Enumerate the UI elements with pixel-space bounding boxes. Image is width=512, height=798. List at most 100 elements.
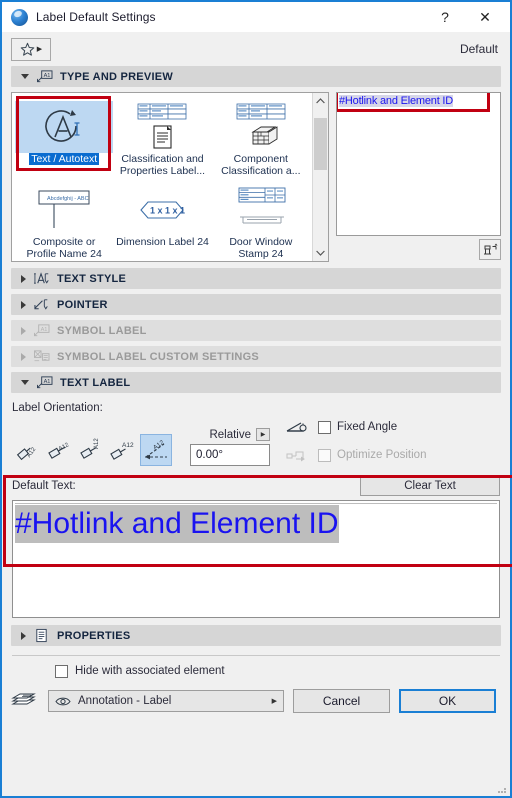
text-label-body: Label Orientation: A12 A12 A12 A12 A12 R… [3, 398, 512, 618]
orientation-vertical-button[interactable]: A12 [76, 434, 108, 466]
favorites-button[interactable]: ▶ [11, 37, 51, 61]
close-icon[interactable]: ✕ [464, 3, 506, 31]
properties-icon [36, 628, 47, 643]
svg-text:A1: A1 [44, 73, 51, 79]
type-item-dimension-label[interactable]: 1 x 1 x 1 Dimension Label 24 [113, 179, 211, 262]
type-item-label: Classification and Properties Label... [119, 153, 206, 177]
classification-table-icon [113, 101, 211, 153]
section-header-symbol-label: A1 SYMBOL LABEL [11, 320, 501, 341]
type-item-door-window-stamp[interactable]: Door Window Stamp 24 [212, 179, 310, 262]
section-title: SYMBOL LABEL [57, 324, 147, 337]
type-grid: Text / Autotext Classification and Prope… [12, 93, 312, 261]
layers-icon [11, 693, 36, 705]
composite-profile-icon: Abcdefghij - ABC [15, 184, 113, 236]
angle-input[interactable]: 0.00° [190, 444, 270, 466]
chevron-right-icon [21, 352, 26, 361]
default-text-label: Default Text: [12, 480, 76, 492]
default-text-area[interactable]: #Hotlink and Element ID [12, 500, 500, 618]
orientation-horizontal-button[interactable]: A12 [12, 434, 44, 466]
dialog-footer: Annotation - Label ▶ Cancel OK [11, 686, 501, 716]
help-button[interactable]: ? [426, 3, 464, 31]
resize-grip-icon[interactable] [497, 784, 507, 794]
orientation-custom-angle-button[interactable]: A12 [140, 434, 172, 466]
svg-text:A1: A1 [44, 379, 51, 385]
optimize-position-label: Optimize Position [337, 449, 427, 461]
scrollbar-thumb[interactable] [314, 118, 327, 170]
angle-column: Relative ▶ 0.00° [190, 428, 270, 466]
door-window-stamp-icon [212, 184, 310, 236]
type-item-classification-properties[interactable]: Classification and Properties Label... [113, 96, 211, 179]
orientation-aligned-button[interactable]: A12 [44, 434, 76, 466]
section-header-text-style[interactable]: TEXT STYLE [11, 268, 501, 289]
dimension-label-icon: 1 x 1 x 1 [113, 184, 211, 236]
type-item-component-classification[interactable]: Component Classification a... [212, 96, 310, 179]
section-title: TEXT STYLE [57, 272, 127, 285]
symbol-custom-icon [34, 350, 50, 362]
svg-text:A12: A12 [152, 439, 166, 452]
type-and-preview-row: Text / Autotext Classification and Prope… [11, 92, 501, 262]
text-label-icon: A1 [37, 376, 53, 389]
star-icon [20, 42, 35, 56]
autotext-a-icon [15, 101, 114, 153]
fixed-angle-row[interactable]: Fixed Angle [286, 416, 500, 438]
chevron-down-icon [21, 380, 29, 385]
svg-text:A1: A1 [41, 327, 48, 333]
preview-text: #Hotlink and Element ID [339, 95, 454, 107]
chevron-right-icon [21, 631, 26, 640]
eye-icon [55, 697, 71, 705]
type-item-label: Dimension Label 24 [116, 235, 209, 248]
clear-text-button[interactable]: Clear Text [360, 476, 500, 496]
hide-with-element-checkbox[interactable] [55, 664, 68, 678]
preview-panel[interactable]: #Hotlink and Element ID [336, 92, 501, 236]
section-title: POINTER [57, 298, 108, 311]
orientation-flat-button[interactable]: A12 [108, 434, 140, 466]
type-grid-panel: Text / Autotext Classification and Prope… [11, 92, 329, 262]
default-text-head: Default Text: Clear Text [12, 475, 500, 497]
type-item-label: Composite or Profile Name 24 [26, 235, 102, 260]
scrollbar-track[interactable] [313, 109, 328, 245]
chevron-down-icon [21, 74, 29, 79]
type-item-label: Text / Autotext [29, 153, 100, 165]
section-header-text-label[interactable]: A1 TEXT LABEL [11, 372, 501, 393]
preview-button-row [336, 236, 501, 262]
type-item-text-autotext[interactable]: Text / Autotext [15, 96, 114, 179]
favorites-row: ▶ Default [11, 32, 501, 66]
section-header-symbol-label-custom-settings: SYMBOL LABEL CUSTOM SETTINGS [11, 346, 501, 367]
svg-text:Abcdefghij - ABC: Abcdefghij - ABC [47, 196, 89, 202]
angle-lock-icon [286, 422, 307, 432]
section-header-type-and-preview[interactable]: A1 TYPE AND PREVIEW [11, 66, 501, 87]
preview-wrap: #Hotlink and Element ID [336, 92, 501, 262]
default-preset-label: Default [459, 42, 498, 56]
type-grid-scrollbar[interactable] [312, 93, 328, 261]
symbol-label-icon: A1 [34, 324, 50, 337]
chevron-up-icon[interactable] [313, 93, 328, 109]
perspective-view-icon[interactable] [479, 238, 501, 260]
cancel-button[interactable]: Cancel [293, 689, 390, 713]
hide-with-element-row[interactable]: Hide with associated element [11, 656, 501, 686]
svg-text:1 x 1 x 1: 1 x 1 x 1 [150, 205, 185, 215]
fixed-angle-checkbox[interactable] [318, 420, 331, 434]
archicad-ball-icon [11, 8, 28, 26]
section-header-properties[interactable]: PROPERTIES [11, 625, 501, 646]
chevron-right-icon [21, 300, 26, 309]
layer-dropdown-arrow[interactable]: ▶ [272, 697, 277, 705]
layer-selector[interactable]: Annotation - Label ▶ [48, 690, 284, 712]
favorites-arrow: ▶ [36, 45, 43, 53]
type-item-composite-profile-name[interactable]: Abcdefghij - ABC Composite or Profile Na… [15, 179, 113, 262]
ok-button[interactable]: OK [399, 689, 496, 713]
label-a1-icon: A1 [37, 70, 53, 83]
chevron-down-icon[interactable] [313, 245, 328, 261]
section-header-pointer[interactable]: POINTER [11, 294, 501, 315]
fixed-angle-label: Fixed Angle [337, 421, 398, 433]
default-text-inner: #Hotlink and Element ID [15, 503, 497, 543]
pointer-icon [34, 299, 48, 310]
relative-label: Relative [209, 428, 251, 441]
svg-text:A12: A12 [26, 446, 37, 459]
relative-dropdown-arrow[interactable]: ▶ [256, 428, 270, 441]
title-bar: Label Default Settings ? ✕ [2, 2, 510, 32]
default-text-region: Default Text: Clear Text #Hotlink and El… [3, 475, 512, 618]
chevron-right-icon [21, 274, 26, 283]
optimize-position-icon [286, 451, 305, 462]
layer-value: Annotation - Label [78, 695, 172, 707]
section-title: TEXT LABEL [60, 376, 131, 389]
